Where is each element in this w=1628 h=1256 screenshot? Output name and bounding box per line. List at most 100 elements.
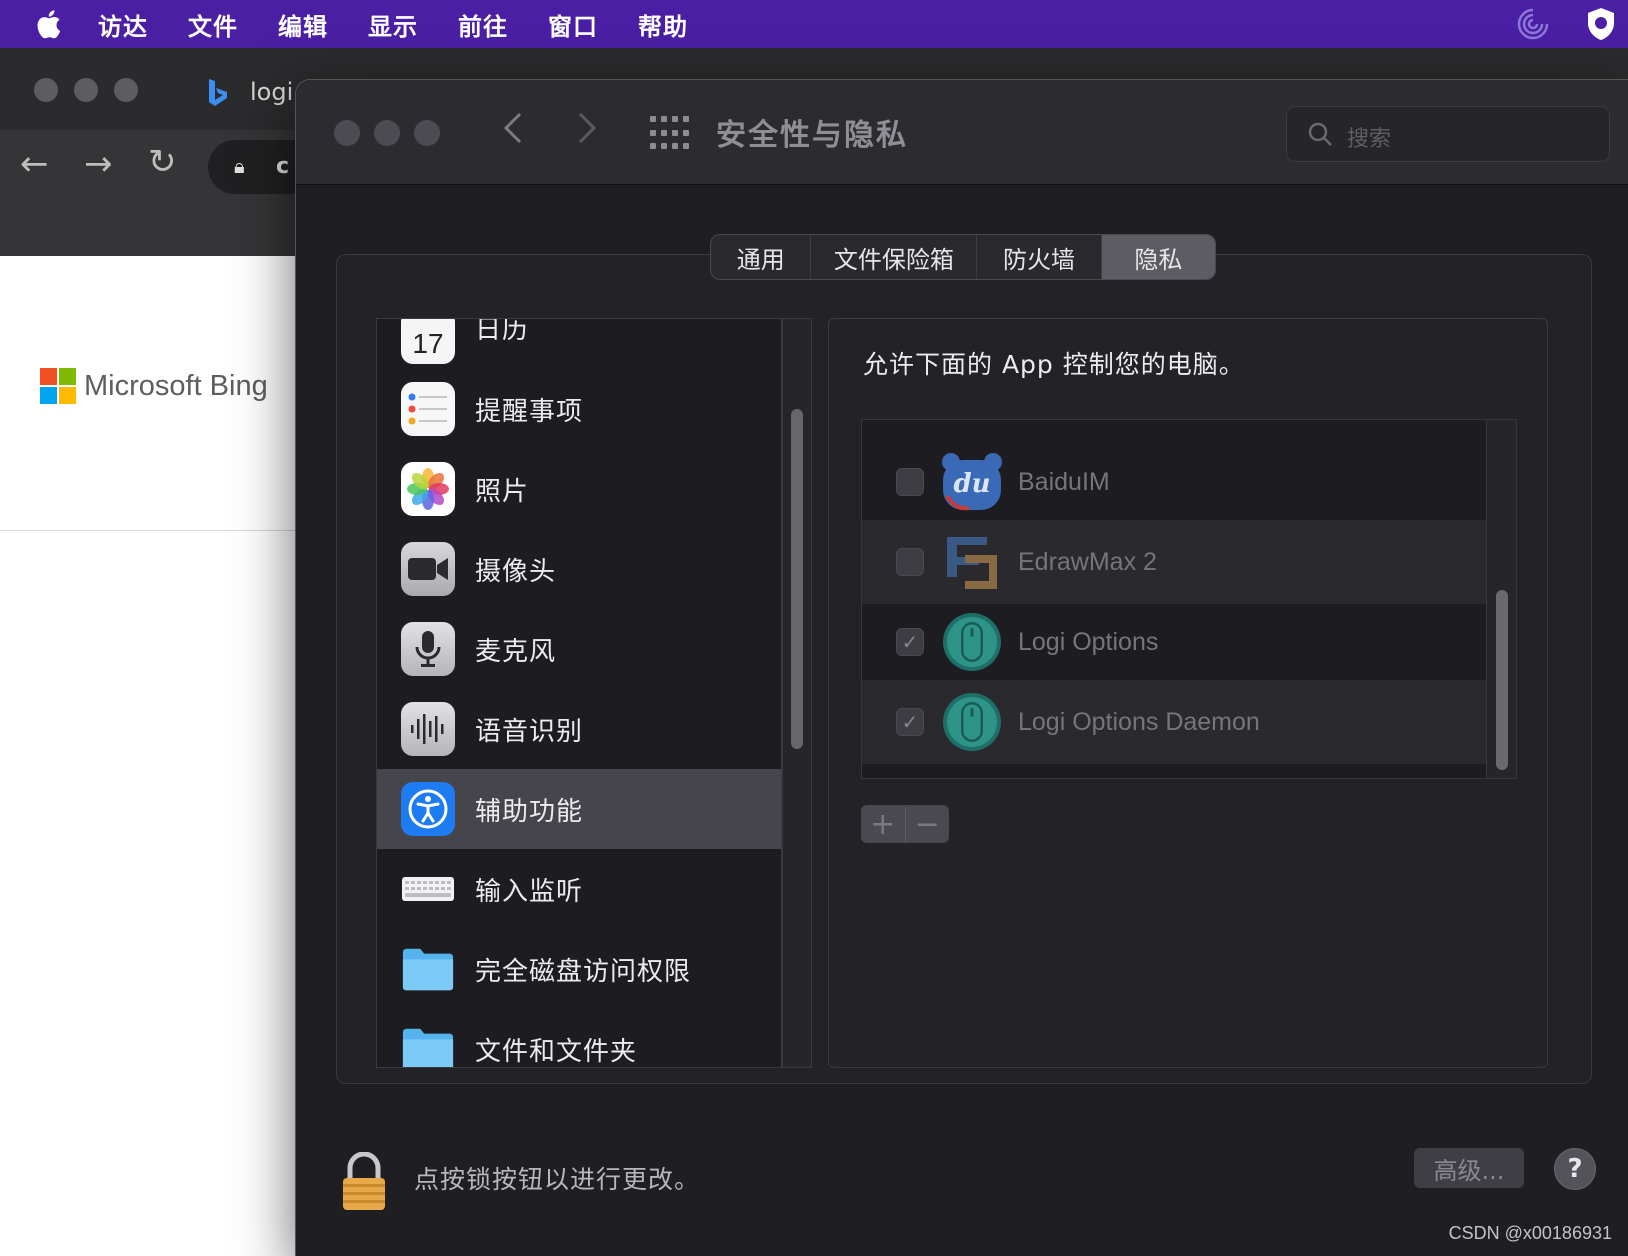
category-list-scroll-thumb[interactable] [791, 409, 803, 749]
prefs-titlebar: 安全性与隐私 搜索 [296, 80, 1628, 185]
window-title: 安全性与隐私 [716, 118, 908, 153]
add-remove-buttons: + − [861, 805, 949, 843]
app-list-scrollbar[interactable] [1486, 420, 1516, 778]
status-spiral-icon[interactable] [1514, 5, 1552, 43]
category-label: 麦克风 [475, 636, 557, 667]
app-name: BaiduIM [1018, 467, 1110, 496]
bing-brand-text: Microsoft Bing [84, 369, 268, 402]
menu-item-go[interactable]: 前往 [458, 7, 508, 42]
tab-bar: 通用 文件保险箱 防火墙 隐私 [710, 234, 1216, 280]
app-list-scroll-thumb[interactable] [1496, 590, 1508, 770]
panel-description: 允许下面的 App 控制您的电脑。 [863, 350, 1245, 379]
app-name: EdrawMax 2 [1018, 547, 1157, 576]
tab-firewall[interactable]: 防火墙 [977, 235, 1102, 279]
category-label: 完全磁盘访问权限 [475, 956, 692, 987]
lock-hint-text: 点按锁按钮以进行更改。 [414, 1165, 701, 1194]
browser-zoom-dot[interactable] [114, 78, 138, 102]
menu-item-finder[interactable]: 访达 [98, 7, 148, 42]
category-label: 照片 [475, 476, 530, 507]
app-checkbox-logi-options[interactable]: ✓ [896, 628, 924, 656]
microphone-icon [401, 622, 455, 676]
menu-item-file[interactable]: 文件 [188, 7, 238, 42]
calendar-day-number: 17 [412, 328, 444, 359]
menu-bar: 访达 文件 编辑 显示 前往 窗口 帮助 [0, 0, 1628, 48]
status-shield-icon[interactable] [1582, 5, 1620, 43]
bing-logo[interactable]: Microsoft Bing [40, 368, 268, 404]
category-label: 辅助功能 [475, 796, 584, 827]
category-speech-recognition[interactable]: 语音识别 [377, 689, 781, 769]
accessibility-panel: 允许下面的 App 控制您的电脑。 du BaiduIM EdrawMax 2 … [828, 318, 1548, 1068]
camera-icon [401, 542, 455, 596]
app-list[interactable]: du BaiduIM EdrawMax 2 ✓ Logi Options ✓ L… [861, 419, 1517, 779]
prefs-forward-icon[interactable] [576, 110, 598, 155]
browser-minimize-dot[interactable] [74, 78, 98, 102]
category-photos[interactable]: 照片 [377, 449, 781, 529]
padlock-button[interactable] [340, 1151, 388, 1212]
help-button[interactable]: ? [1554, 1148, 1596, 1190]
browser-back-icon[interactable]: ← [20, 144, 49, 184]
browser-close-dot[interactable] [34, 78, 58, 102]
app-row-logi-options[interactable]: ✓ Logi Options [862, 600, 1486, 684]
prefs-close-dot[interactable] [334, 120, 360, 146]
speech-recognition-icon [401, 702, 455, 756]
prefs-minimize-dot[interactable] [374, 120, 400, 146]
category-label: 文件和文件夹 [475, 1036, 638, 1067]
browser-tab-title[interactable]: logi [250, 78, 293, 106]
app-row-edrawmax[interactable]: EdrawMax 2 [862, 520, 1486, 604]
search-icon [1308, 122, 1332, 146]
app-name: Logi Options [1018, 627, 1159, 656]
category-input-monitoring[interactable]: 输入监听 [377, 849, 781, 929]
security-privacy-window: 安全性与隐私 搜索 通用 文件保险箱 防火墙 隐私 17 日历 提醒事项 照片 … [296, 80, 1628, 1256]
prefs-back-icon[interactable] [502, 110, 524, 155]
category-list-scrollbar[interactable] [782, 318, 812, 1068]
category-microphone[interactable]: 麦克风 [377, 609, 781, 689]
menu-item-window[interactable]: 窗口 [548, 7, 598, 42]
microsoft-logo-icon [40, 368, 76, 404]
svg-text:du: du [953, 469, 990, 499]
reminders-icon [401, 382, 455, 436]
prefs-zoom-dot[interactable] [414, 120, 440, 146]
bing-tab-icon [206, 78, 230, 112]
add-app-button[interactable]: + [861, 807, 905, 842]
menu-item-edit[interactable]: 编辑 [278, 7, 328, 42]
tab-privacy[interactable]: 隐私 [1101, 235, 1215, 279]
apple-menu-icon[interactable] [26, 0, 70, 48]
address-text: c [276, 154, 290, 179]
category-camera[interactable]: 摄像头 [377, 529, 781, 609]
logi-mouse-icon [940, 610, 1004, 674]
padlock-icon [343, 1151, 385, 1210]
category-files-and-folders[interactable]: 文件和文件夹 [377, 1009, 781, 1067]
app-row-logi-options-daemon[interactable]: ✓ Logi Options Daemon [862, 680, 1486, 764]
watermark-text: CSDN @x00186931 [1448, 1223, 1612, 1243]
category-label: 提醒事项 [475, 396, 584, 427]
keyboard-icon [401, 862, 455, 916]
privacy-category-list[interactable]: 17 日历 提醒事项 照片 摄像头 麦克风 语音识别 辅助功能 输入监听 完全磁… [376, 318, 782, 1068]
edrawmax-icon [940, 530, 1004, 594]
tab-general[interactable]: 通用 [711, 235, 812, 279]
search-field[interactable]: 搜索 [1286, 106, 1610, 162]
category-label: 日历 [475, 318, 530, 345]
menu-item-help[interactable]: 帮助 [638, 7, 688, 42]
app-checkbox-edrawmax[interactable] [896, 548, 924, 576]
show-all-grid-icon[interactable] [650, 116, 690, 152]
app-checkbox-logi-options-daemon[interactable]: ✓ [896, 708, 924, 736]
menu-item-view[interactable]: 显示 [368, 7, 418, 42]
folder-icon [401, 1022, 455, 1067]
app-name: Logi Options Daemon [1018, 707, 1260, 736]
tab-filevault[interactable]: 文件保险箱 [811, 235, 978, 279]
category-full-disk-access[interactable]: 完全磁盘访问权限 [377, 929, 781, 1009]
app-row-baiduim[interactable]: du BaiduIM [862, 440, 1486, 524]
browser-reload-icon[interactable]: ↻ [148, 142, 177, 182]
category-accessibility[interactable]: 辅助功能 [377, 769, 781, 849]
category-reminders[interactable]: 提醒事项 [377, 369, 781, 449]
app-checkbox-baiduim[interactable] [896, 468, 924, 496]
page-divider [0, 530, 300, 531]
advanced-button[interactable]: 高级... [1414, 1148, 1524, 1188]
category-label: 语音识别 [475, 716, 584, 747]
photos-icon [401, 462, 455, 516]
lock-small-icon: 🔒︎ [234, 154, 245, 178]
calendar-icon: 17 [401, 319, 455, 364]
search-placeholder: 搜索 [1347, 127, 1392, 152]
browser-forward-icon[interactable]: → [84, 144, 113, 184]
remove-app-button[interactable]: − [904, 806, 950, 842]
